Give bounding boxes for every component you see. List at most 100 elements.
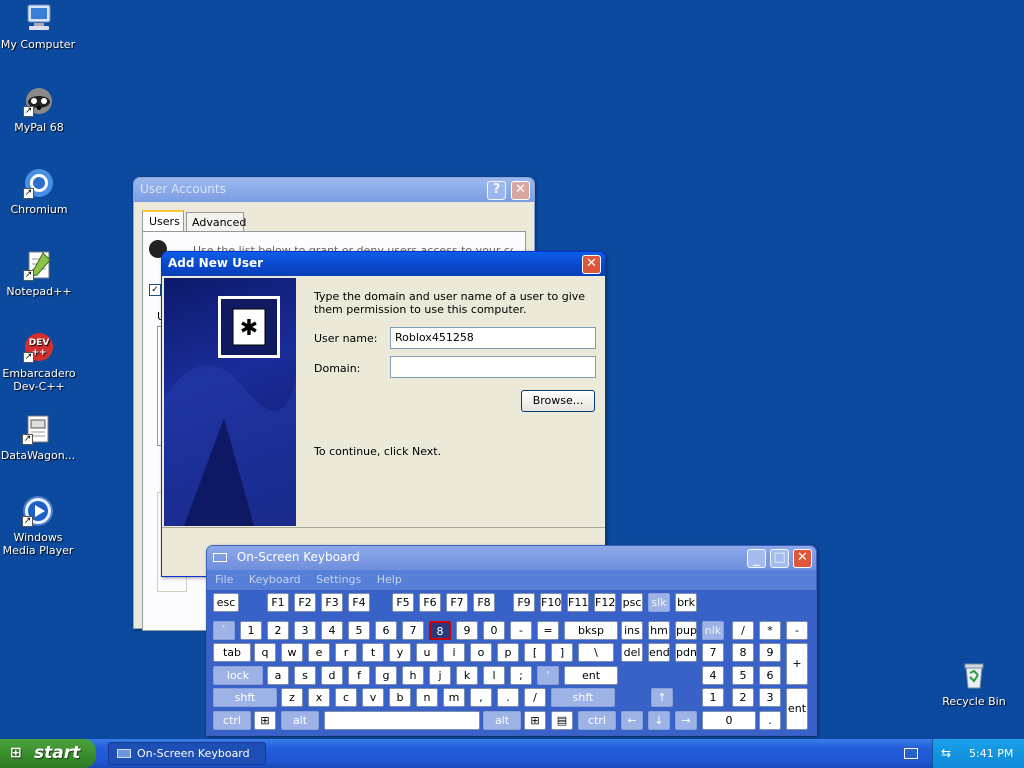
key-row3-2[interactable]: s [294,666,316,685]
desktop-icon-chromium[interactable]: ↗ Chromium [1,167,77,216]
key-row4-11[interactable]: shft [551,688,615,707]
key-row1-20[interactable]: - [786,621,808,640]
key-row2-13[interactable]: \ [578,643,614,662]
key-row2-18[interactable]: 8 [732,643,754,662]
key-row4-4[interactable]: v [362,688,384,707]
key-row3-9[interactable]: l [483,666,505,685]
key-row3-0[interactable]: lock [213,666,263,685]
key-row3-3[interactable]: d [321,666,343,685]
key-row1-19[interactable]: * [759,621,781,640]
menu-file[interactable]: File [215,573,233,586]
key-fn-9[interactable]: F9 [513,593,535,612]
username-input[interactable]: Roblox451258 [390,327,596,349]
key-row5-8[interactable]: ← [621,711,643,730]
desktop-icon-my-computer[interactable]: My Computer [0,2,76,51]
key-row1-2[interactable]: 2 [267,621,289,640]
key-fn-4[interactable]: F4 [348,593,370,612]
key-row5-9[interactable]: ↓ [648,711,670,730]
key-row2-15[interactable]: end [648,643,670,662]
key-fn-15[interactable]: brk [675,593,697,612]
key-row5-12[interactable]: . [759,711,781,730]
key-fn-6[interactable]: F6 [419,593,441,612]
key-row3-12[interactable]: ent [564,666,618,685]
key-row5-10[interactable]: → [675,711,697,730]
key-row2-9[interactable]: o [470,643,492,662]
key-row4-6[interactable]: n [416,688,438,707]
key-fn-5[interactable]: F5 [392,593,414,612]
key-row2-8[interactable]: i [443,643,465,662]
key-row3-11[interactable]: ' [537,666,559,685]
key-row4-2[interactable]: x [308,688,330,707]
key-row2-12[interactable]: ] [551,643,573,662]
key-row2-19[interactable]: 9 [759,643,781,662]
key-row1-15[interactable]: hm [648,621,670,640]
key-row3-1[interactable]: a [267,666,289,685]
key-row2-16[interactable]: pdn [675,643,697,662]
desktop-icon-datawagon[interactable]: ↗ DataWagon... [0,413,76,462]
key-row4-13[interactable]: 1 [702,688,724,707]
add-user-titlebar[interactable]: Add New User ✕ [162,252,605,276]
desktop-icon-recycle-bin[interactable]: Recycle Bin [936,659,1012,708]
key-row2-1[interactable]: q [254,643,276,662]
key-row2-10[interactable]: p [497,643,519,662]
close-button[interactable]: ✕ [582,255,601,274]
key-row1-14[interactable]: ins [621,621,643,640]
taskbar-button-osk[interactable]: On-Screen Keyboard [108,742,266,765]
key-row1-10[interactable]: 0 [483,621,505,640]
tab-users[interactable]: Users [142,210,184,232]
key-row4-15[interactable]: 3 [759,688,781,707]
tray-keyboard-icon[interactable] [904,748,918,759]
key-fn-2[interactable]: F2 [294,593,316,612]
key-row3-4[interactable]: f [348,666,370,685]
key-fn-1[interactable]: F1 [267,593,289,612]
key-row4-16[interactable]: ent [786,688,808,730]
key-row3-14[interactable]: 5 [732,666,754,685]
key-row2-7[interactable]: u [416,643,438,662]
key-row2-3[interactable]: e [308,643,330,662]
tab-advanced[interactable]: Advanced [186,212,246,232]
key-row3-10[interactable]: ; [510,666,532,685]
key-fn-8[interactable]: F8 [473,593,495,612]
close-button[interactable]: ✕ [793,549,812,568]
start-button[interactable]: ⊞ start [0,739,96,768]
key-fn-12[interactable]: F12 [594,593,616,612]
key-row5-3[interactable] [324,711,480,730]
key-row1-13[interactable]: bksp [564,621,618,640]
key-row1-18[interactable]: / [732,621,754,640]
menu-settings[interactable]: Settings [316,573,361,586]
key-row1-9[interactable]: 9 [456,621,478,640]
key-row5-2[interactable]: alt [281,711,319,730]
desktop-icon-mypal[interactable]: ↗ MyPal 68 [1,85,77,134]
desktop-icon-devcpp[interactable]: DEV ++ ↗ Embarcadero Dev-C++ [1,331,77,393]
key-row5-11[interactable]: 0 [702,711,756,730]
key-row4-12[interactable]: ↑ [651,688,673,707]
key-row2-14[interactable]: del [621,643,643,662]
key-fn-11[interactable]: F11 [567,593,589,612]
key-fn-3[interactable]: F3 [321,593,343,612]
menu-help[interactable]: Help [377,573,402,586]
key-row2-17[interactable]: 7 [702,643,724,662]
key-row2-2[interactable]: w [281,643,303,662]
key-row1-11[interactable]: - [510,621,532,640]
key-row1-6[interactable]: 6 [375,621,397,640]
desktop-icon-wmp[interactable]: ↗ Windows Media Player [0,495,76,557]
key-row4-0[interactable]: shft [213,688,277,707]
osk-titlebar[interactable]: On-Screen Keyboard _ □ ✕ [207,546,816,570]
minimize-button[interactable]: _ [747,549,766,568]
key-row1-12[interactable]: = [537,621,559,640]
key-row1-1[interactable]: 1 [240,621,262,640]
key-row1-8[interactable]: 8 [429,621,451,640]
network-icon[interactable]: ⇆ [941,746,955,760]
key-row1-5[interactable]: 5 [348,621,370,640]
key-row4-1[interactable]: z [281,688,303,707]
key-row2-4[interactable]: r [335,643,357,662]
key-row5-1[interactable]: ⊞ [254,711,276,730]
key-row1-16[interactable]: pup [675,621,697,640]
key-fn-10[interactable]: F10 [540,593,562,612]
key-row4-9[interactable]: . [497,688,519,707]
key-fn-0[interactable]: esc [213,593,239,612]
key-fn-13[interactable]: psc [621,593,643,612]
key-row2-0[interactable]: tab [213,643,251,662]
key-fn-14[interactable]: slk [648,593,670,612]
key-row4-7[interactable]: m [443,688,465,707]
